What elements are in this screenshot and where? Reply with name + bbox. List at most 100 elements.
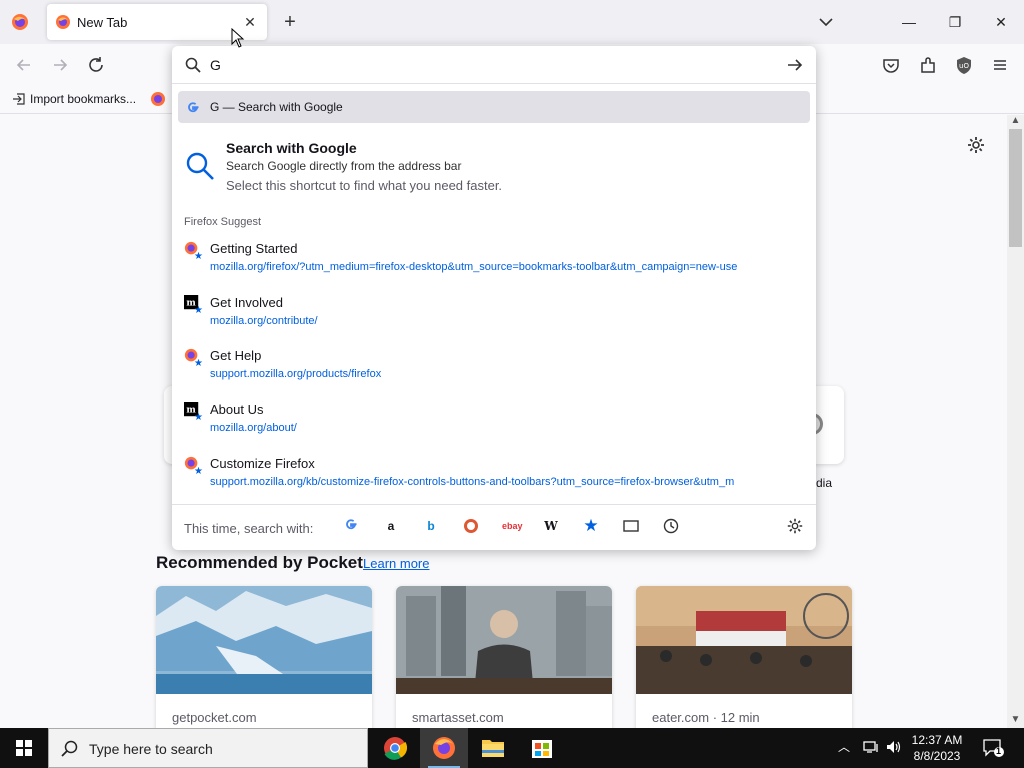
search-settings-gear-icon[interactable] (786, 517, 804, 535)
suggest-result[interactable]: ★ Get Help support.mozilla.org/products/… (184, 348, 804, 392)
reload-icon[interactable] (85, 54, 107, 76)
go-arrow-icon[interactable] (786, 56, 804, 74)
search-icon (184, 150, 216, 182)
pocket-icon[interactable] (880, 54, 902, 76)
top-site-label: dia (816, 476, 833, 490)
microsoft-store-icon[interactable] (518, 728, 566, 768)
card-image (156, 586, 372, 694)
result-url: support.mozilla.org/products/firefox (210, 368, 382, 380)
heuristic-text: G — Search with Google (210, 100, 343, 114)
tip-subtitle: Search Google directly from the address … (226, 159, 462, 173)
restore-button[interactable]: ❐ (943, 10, 967, 34)
firefox-taskbar-icon[interactable] (420, 728, 468, 768)
result-title: About Us (210, 402, 264, 417)
clock-time: 12:37 AM (911, 733, 963, 747)
suggest-result[interactable]: ★ Getting Started mozilla.org/firefox/?u… (184, 241, 804, 285)
google-icon (186, 100, 200, 114)
urlbar-input-row[interactable]: G (172, 46, 816, 84)
scroll-thumb[interactable] (1009, 129, 1022, 247)
history-clock-icon[interactable] (662, 517, 680, 535)
result-title: Getting Started (210, 241, 298, 256)
hamburger-menu-icon[interactable] (989, 54, 1011, 76)
network-icon[interactable] (862, 738, 880, 759)
card-source: getpocket.com (172, 710, 257, 725)
tip-hint: Select this shortcut to find what you ne… (226, 178, 503, 193)
card-source: eater.com · 12 min (652, 710, 760, 725)
clock-date: 8/8/2023 (913, 749, 961, 763)
forward-arrow-icon[interactable] (49, 54, 71, 76)
bing-icon[interactable]: b (422, 517, 440, 535)
file-explorer-icon[interactable] (469, 728, 517, 768)
taskbar-search-box[interactable]: Type here to search (48, 728, 368, 768)
svg-text:uO: uO (959, 62, 969, 70)
amazon-icon[interactable]: a (382, 517, 400, 535)
ebay-icon[interactable]: ebay (502, 517, 523, 535)
import-icon (13, 93, 25, 105)
chevron-up-icon[interactable]: ︿ (838, 738, 850, 755)
search-icon (59, 739, 79, 759)
firefox-icon[interactable] (150, 91, 166, 107)
suggest-result[interactable]: m ★ About Us mozilla.org/about/ (184, 402, 804, 446)
minimize-button[interactable]: — (897, 10, 921, 34)
tip-title: Search with Google (226, 140, 357, 156)
bookmarks-star-icon[interactable]: ★ (582, 517, 600, 535)
firefox-icon (55, 14, 71, 30)
notification-icon[interactable]: 1 (982, 738, 1004, 758)
page-scrollbar[interactable]: ▲ ▼ (1007, 115, 1024, 728)
windows-taskbar: Type here to search ︿ 12:37 AM 8/8/2023 … (0, 728, 1024, 768)
result-url: mozilla.org/contribute/ (210, 315, 318, 327)
ublock-shield-icon[interactable]: uO (953, 54, 975, 76)
result-title: Get Involved (210, 295, 283, 310)
taskbar-clock[interactable]: 12:37 AM 8/8/2023 (906, 732, 968, 764)
pocket-card[interactable]: getpocket.com (156, 586, 372, 728)
chrome-icon[interactable] (371, 728, 419, 768)
tab-bar: New Tab ✕ + — ❐ ✕ (0, 0, 1024, 44)
new-tab-button[interactable]: + (280, 12, 300, 32)
taskbar-search-placeholder: Type here to search (89, 741, 213, 757)
card-image (396, 586, 612, 694)
scroll-up-arrow-icon[interactable]: ▲ (1007, 115, 1024, 129)
notification-count: 1 (996, 746, 1002, 756)
search-tip[interactable]: Search with Google Search Google directl… (184, 140, 784, 200)
tab-title: New Tab (77, 15, 128, 30)
mouse-cursor-icon (231, 27, 245, 48)
chevron-down-icon[interactable] (816, 12, 836, 32)
firefox-suggest-label: Firefox Suggest (184, 216, 262, 228)
card-source: smartasset.com (412, 710, 504, 725)
duckduckgo-icon[interactable] (462, 517, 480, 535)
result-url: mozilla.org/firefox/?utm_medium=firefox-… (210, 261, 738, 273)
bookmark-star-icon: ★ (194, 466, 203, 477)
bookmark-star-icon: ★ (194, 251, 203, 262)
suggest-result[interactable]: ★ Customize Firefox support.mozilla.org/… (184, 456, 804, 500)
one-off-label: This time, search with: (184, 521, 314, 536)
bookmark-star-icon: ★ (194, 305, 203, 316)
wikipedia-icon[interactable]: W (542, 517, 560, 535)
volume-icon[interactable] (885, 738, 903, 759)
extensions-icon[interactable] (917, 54, 939, 76)
gear-icon[interactable] (966, 135, 986, 155)
back-arrow-icon[interactable] (13, 54, 35, 76)
firefox-view-icon[interactable] (10, 12, 30, 32)
pocket-heading: Recommended by Pocket (156, 553, 363, 572)
result-title: Get Help (210, 348, 262, 363)
tabs-icon[interactable] (622, 517, 640, 535)
import-bookmarks-button[interactable]: Import bookmarks... (12, 92, 136, 106)
result-url: support.mozilla.org/kb/customize-firefox… (210, 476, 735, 488)
urlbar-popup: G G — Search with Google Search with Goo… (172, 46, 816, 550)
result-url: mozilla.org/about/ (210, 422, 297, 434)
bookmark-star-icon: ★ (194, 358, 203, 369)
pocket-learn-more-link[interactable]: Learn more (363, 556, 429, 571)
urlbar-input[interactable]: G (210, 57, 221, 73)
heuristic-result[interactable]: G — Search with Google (178, 91, 810, 123)
close-window-button[interactable]: ✕ (989, 10, 1013, 34)
google-icon[interactable] (342, 517, 360, 535)
pocket-card[interactable]: smartasset.com (396, 586, 612, 728)
card-image (636, 586, 852, 694)
pocket-card[interactable]: eater.com · 12 min (636, 586, 852, 728)
suggest-result[interactable]: m ★ Get Involved mozilla.org/contribute/ (184, 295, 804, 339)
one-off-search-bar: This time, search with: a b ebay W ★ (172, 504, 816, 550)
import-bookmarks-label: Import bookmarks... (30, 92, 137, 106)
windows-start-icon[interactable] (0, 728, 48, 768)
bookmark-star-icon: ★ (194, 412, 203, 423)
scroll-down-arrow-icon[interactable]: ▼ (1007, 714, 1024, 728)
